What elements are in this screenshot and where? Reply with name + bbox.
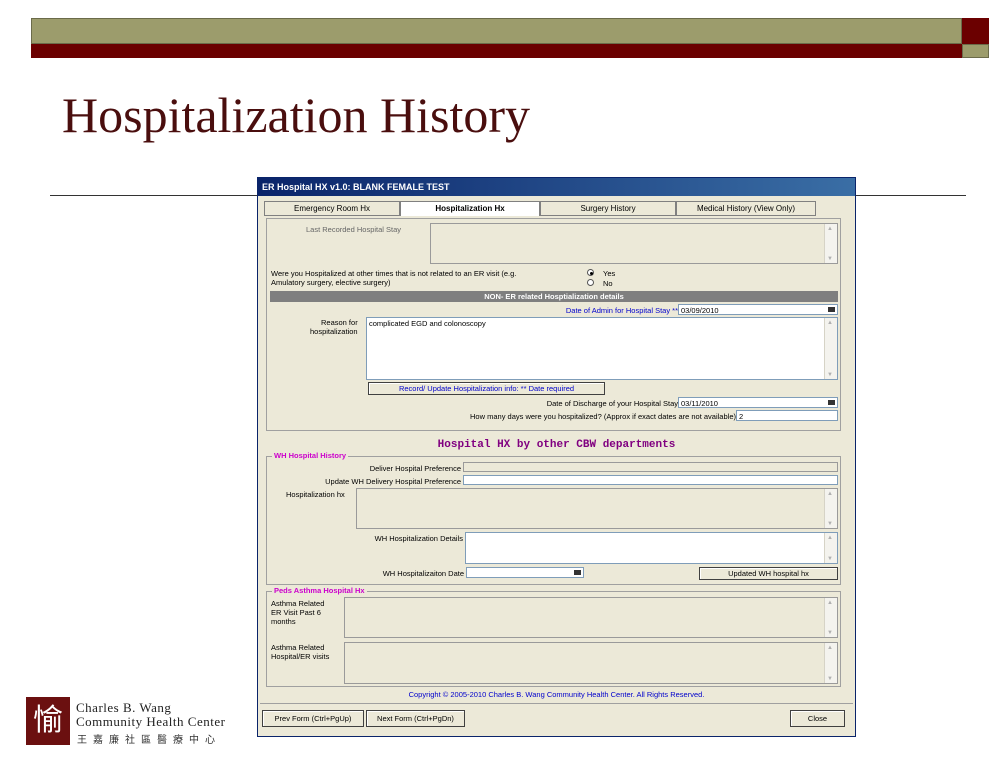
- last-stay-box: ▲ ▼: [430, 223, 838, 264]
- wh-details-textarea[interactable]: ▲ ▼: [465, 532, 838, 564]
- scrollbar[interactable]: ▲ ▼: [824, 533, 837, 563]
- asthma-er-label-2: ER Visit Past 6: [271, 608, 321, 617]
- scroll-down-icon[interactable]: ▼: [827, 556, 833, 562]
- wh-group-title: WH Hospital History: [272, 451, 349, 460]
- date-picker-icon[interactable]: [574, 570, 581, 575]
- date-picker-icon[interactable]: [828, 400, 835, 405]
- slide-accent-bar: [31, 44, 962, 58]
- reason-value: complicated EGD and colonoscopy: [369, 319, 486, 328]
- slide-top-bar: [31, 18, 962, 44]
- scroll-down-icon[interactable]: ▼: [827, 630, 833, 636]
- discharge-date-field[interactable]: 03/11/2010: [678, 397, 838, 408]
- asthma-hosp-label-1: Asthma Related: [271, 643, 325, 652]
- discharge-date-label: Date of Discharge of your Hospital Stay: [546, 399, 678, 408]
- admin-date-field[interactable]: 03/09/2010: [678, 304, 838, 315]
- asthma-er-label-3: months: [271, 617, 296, 626]
- close-button[interactable]: Close: [790, 710, 845, 727]
- title-divider-right: [856, 195, 966, 196]
- deliver-pref-label: Deliver Hospital Preference: [369, 464, 461, 473]
- peds-group-title: Peds Asthma Hospital Hx: [272, 586, 367, 595]
- cbw-departments-heading: Hospital HX by other CBW departments: [437, 439, 676, 451]
- radio-no[interactable]: [587, 279, 594, 286]
- days-hospitalized-label: How many days were you hospitalized? (Ap…: [470, 412, 736, 421]
- scroll-up-icon[interactable]: ▲: [827, 645, 833, 651]
- days-hospitalized-field[interactable]: 2: [736, 410, 838, 421]
- title-divider-left: [50, 195, 257, 196]
- discharge-date-value: 03/11/2010: [681, 399, 718, 408]
- slide-title: Hospitalization History: [62, 87, 530, 143]
- hospitalization-hx-box: ▲ ▼: [356, 488, 838, 529]
- reason-label-1: Reason for: [321, 318, 358, 327]
- asthma-hosp-label-2: Hospital/ER visits: [271, 652, 330, 661]
- window-titlebar[interactable]: ER Hospital HX v1.0: BLANK FEMALE TEST: [258, 178, 855, 196]
- wh-details-label: WH Hospitalization Details: [374, 534, 463, 543]
- non-er-section-header: NON- ER related Hosptialization details: [270, 291, 838, 302]
- scrollbar[interactable]: ▲ ▼: [824, 318, 837, 379]
- asthma-er-label-1: Asthma Related: [271, 599, 325, 608]
- logo-chinese-name: 王嘉廉社區醫療中心: [77, 735, 221, 746]
- admin-date-label: Date of Admin for Hospital Stay **: [565, 306, 678, 315]
- question-line-1: Were you Hospitalized at other times tha…: [271, 269, 517, 278]
- radio-no-label: No: [603, 279, 613, 288]
- record-hospitalization-button[interactable]: Record/ Update Hospitalization info: ** …: [368, 382, 605, 395]
- scroll-down-icon[interactable]: ▼: [827, 676, 833, 682]
- tab-hospitalization-hx[interactable]: Hospitalization Hx: [400, 201, 540, 216]
- footer-divider: [260, 703, 853, 704]
- scroll-down-icon[interactable]: ▼: [827, 256, 833, 262]
- wh-date-label: WH Hospitalizaiton Date: [382, 569, 464, 578]
- tab-medical-history[interactable]: Medical History (View Only): [676, 201, 816, 216]
- er-hospital-hx-window: ER Hospital HX v1.0: BLANK FEMALE TEST E…: [257, 177, 856, 737]
- deliver-pref-field: [463, 462, 838, 472]
- days-hospitalized-value: 2: [739, 412, 744, 421]
- scrollbar[interactable]: ▲ ▼: [824, 489, 837, 528]
- chcb-logo: 愉: [26, 697, 70, 745]
- reason-textarea[interactable]: complicated EGD and colonoscopy ▲ ▼: [366, 317, 838, 380]
- update-wh-hospital-button[interactable]: Updated WH hospital hx: [699, 567, 838, 580]
- wh-date-field[interactable]: [466, 567, 584, 578]
- scroll-up-icon[interactable]: ▲: [827, 535, 833, 541]
- prev-form-button[interactable]: Prev Form (Ctrl+PgUp): [262, 710, 364, 727]
- last-stay-label: Last Recorded Hospital Stay: [306, 225, 402, 234]
- scroll-up-icon[interactable]: ▲: [827, 600, 833, 606]
- logo-name-line2: Community Health Center: [76, 714, 226, 729]
- scroll-up-icon[interactable]: ▲: [827, 226, 833, 232]
- slide-corner-square-lower: [962, 44, 989, 58]
- update-pref-label: Update WH Delivery Hospital Preference: [325, 477, 461, 486]
- scroll-down-icon[interactable]: ▼: [827, 372, 833, 378]
- asthma-hosp-box: ▲ ▼: [344, 642, 838, 684]
- tab-emergency-room-hx[interactable]: Emergency Room Hx: [264, 201, 400, 216]
- question-line-2: Amulatory surgery, elective surgery): [271, 278, 391, 287]
- scrollbar[interactable]: ▲ ▼: [824, 224, 837, 263]
- next-form-button[interactable]: Next Form (Ctrl+PgDn): [366, 710, 465, 727]
- admin-date-value: 03/09/2010: [681, 306, 719, 315]
- hospitalization-hx-label: Hospitalization hx: [286, 490, 345, 499]
- radio-yes[interactable]: [587, 269, 594, 276]
- radio-yes-label: Yes: [603, 269, 616, 278]
- scroll-up-icon[interactable]: ▲: [827, 320, 833, 326]
- scrollbar[interactable]: ▲ ▼: [824, 643, 837, 683]
- date-picker-icon[interactable]: [828, 307, 835, 312]
- scrollbar[interactable]: ▲ ▼: [824, 598, 837, 637]
- reason-label-2: hospitalization: [310, 327, 358, 336]
- copyright-text: Copyright © 2005-2010 Charles B. Wang Co…: [408, 690, 705, 699]
- asthma-er-box: ▲ ▼: [344, 597, 838, 638]
- scroll-up-icon[interactable]: ▲: [827, 491, 833, 497]
- slide-corner-square: [962, 18, 989, 44]
- tab-surgery-history[interactable]: Surgery History: [540, 201, 676, 216]
- update-pref-field[interactable]: [463, 475, 838, 485]
- scroll-down-icon[interactable]: ▼: [827, 521, 833, 527]
